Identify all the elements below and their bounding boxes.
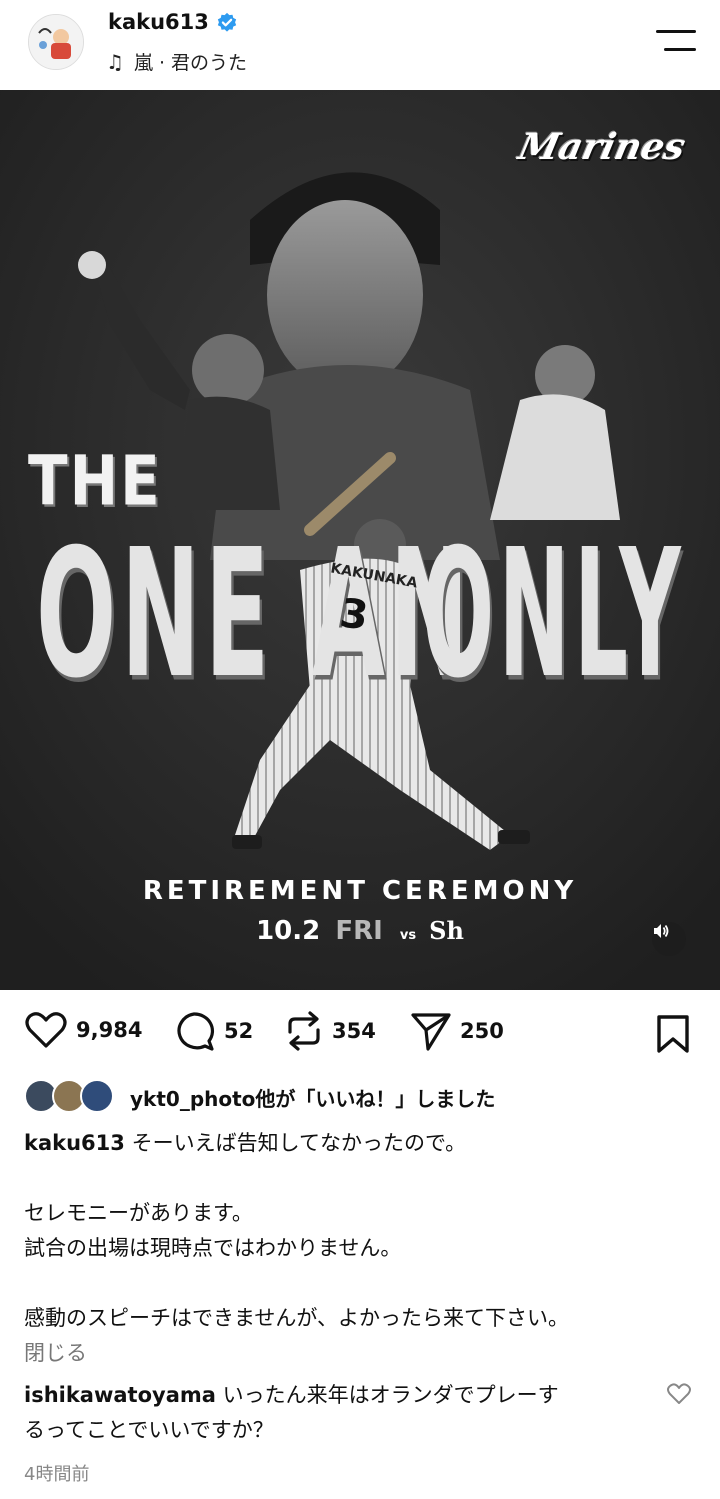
caption-line: セレモニーがあります。 [24,1201,253,1225]
liked-by-row[interactable]: ykt0_photo他が「いいね！」しました [24,1079,495,1115]
title-only: ONLY [422,510,686,717]
comment-count: 52 [224,1019,254,1043]
bookmark-icon [657,1015,689,1053]
menu-icon[interactable] [656,30,696,54]
save-button[interactable] [656,1014,690,1058]
username[interactable]: kaku613 [108,10,209,34]
avatar [80,1079,114,1113]
comment-button[interactable]: 52 [172,1010,253,1052]
repost-button[interactable]: 354 [284,1010,376,1052]
speaker-icon [654,924,669,938]
music-row[interactable]: ♫ 嵐 · 君のうた [106,48,247,75]
date: 10.2 [256,916,321,946]
vs-label: vs [399,928,417,943]
comment-username[interactable]: ishikawatoyama [24,1383,216,1407]
like-count: 9,984 [76,1018,143,1042]
title-one-and: ONE AN [36,510,474,717]
caption: kaku613 そーいえば告知してなかったので。 セレモニーがあります。 試合の… [24,1126,694,1336]
comment-timestamp: 4時間前 [24,1464,90,1485]
weekday: FRI [335,916,383,946]
verified-badge-icon [217,12,237,32]
ceremony-title: RETIREMENT CEREMONY [142,876,578,906]
music-title: 嵐 · 君のうた [133,52,248,74]
post-image[interactable]: Marines THE ONE AN ONLY KAKUNAKA 3 RETIR… [0,90,720,990]
caption-line: そーいえば告知してなかったので。 [131,1131,467,1155]
comment-text: いったん来年はオランダでプレーす [222,1383,559,1407]
repost-icon [288,1011,320,1051]
liker-avatars [24,1079,122,1115]
comment-like-heart-icon[interactable] [666,1382,692,1406]
send-icon [411,1013,451,1051]
collapse-caption-link[interactable]: 閉じる [24,1337,87,1367]
avatar[interactable] [28,14,84,70]
comment-text: るってことでいいですか？ [24,1418,274,1442]
action-bar: 9,984 52 354 250 [0,1010,720,1060]
caption-username[interactable]: kaku613 [24,1131,125,1155]
comment-icon [177,1012,214,1051]
like-button[interactable]: 9,984 [24,1010,142,1050]
marines-logo: Marines [512,118,692,188]
comment-item: ishikawatoyama いったん来年はオランダでプレーす るってことでいい… [24,1378,644,1448]
brand-text: Marines [514,126,690,168]
heart-icon [25,1012,67,1048]
opponent-logo: Sh [429,916,464,945]
caption-line: 試合の出場は現時点ではわかりません。 [24,1236,402,1260]
share-count: 250 [460,1019,504,1043]
post-header: kaku613 ♫ 嵐 · 君のうた [0,0,720,90]
repost-count: 354 [332,1019,376,1043]
music-note-icon: ♫ [106,49,124,74]
event-date: 10.2 FRI vs Sh [0,916,720,946]
liked-by-text: ykt0_photo他が「いいね！」しました [130,1086,496,1111]
sound-toggle-button[interactable] [652,922,686,956]
caption-line: 感動のスピーチはできませんが、よかったら来て下さい。 [24,1306,569,1330]
share-button[interactable]: 250 [410,1010,504,1052]
